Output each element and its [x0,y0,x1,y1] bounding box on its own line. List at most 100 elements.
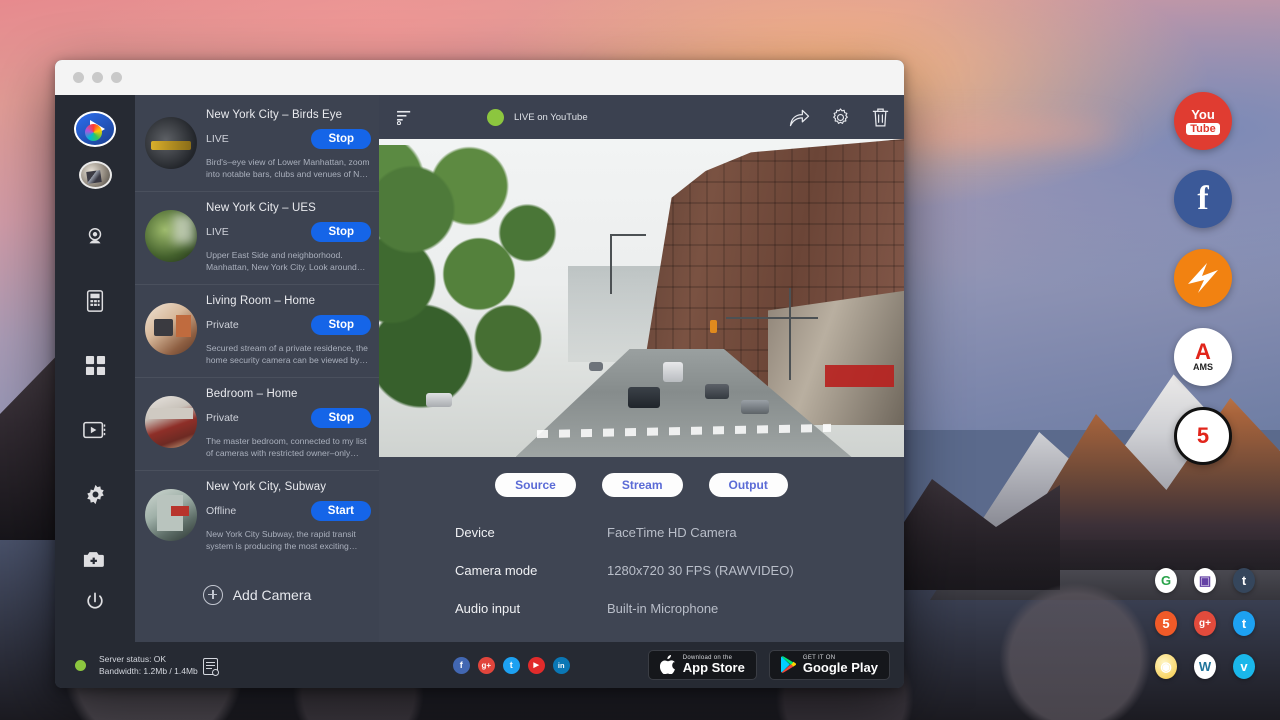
status-bar: Server status: OK Bandwidth: 1.2Mb / 1.4… [55,642,904,688]
target-five-glyph: 5 [1197,423,1209,449]
camera-action-button[interactable]: Stop [311,129,371,149]
twitter-icon[interactable]: t [503,657,520,674]
camera-list-item[interactable]: Living Room – Home Private Stop Secured … [135,285,379,378]
youtube-icon[interactable]: ▶ [528,657,545,674]
camera-status: Private [206,319,239,331]
share-icon[interactable] [789,108,810,127]
camera-title: Living Room – Home [206,295,371,307]
scene-trees [379,145,600,438]
add-camera-icon[interactable] [73,541,117,577]
tab-stream[interactable]: Stream [602,473,683,497]
camera-list-item[interactable]: New York City – UES LIVE Stop Upper East… [135,192,379,285]
application-window: New York City – Birds Eye LIVE Stop Bird… [55,60,904,688]
ams-label: AMS [1193,362,1213,372]
facebook-dock-icon[interactable]: f [1174,170,1232,228]
detail-value[interactable]: 1280x720 30 FPS (RAWVIDEO) [607,563,794,578]
app-store-badge[interactable]: Download on the App Store [648,650,757,680]
youtube-label-bottom: Tube [1186,123,1219,135]
logo-color-blob [85,124,102,141]
camera-list-item[interactable]: Bedroom – Home Private Stop The master b… [135,378,379,471]
scene-red-awning [825,365,893,387]
google-play-badge[interactable]: GET IT ON Google Play [769,650,890,680]
camera-action-button[interactable]: Stop [311,315,371,335]
camera-thumbnail [145,396,197,448]
tumblr-mini-icon[interactable]: t [1233,568,1255,593]
detail-label: Audio input [455,601,607,616]
detail-value[interactable]: FaceTime HD Camera [607,525,737,540]
scene-car [741,400,769,414]
power-icon[interactable] [73,583,117,619]
left-icon-rail [55,95,135,642]
live-status: LIVE on YouTube [487,109,588,126]
webcam-icon[interactable] [73,219,117,255]
detail-value[interactable]: Built-in Microphone [607,601,718,616]
store-badges: Download on the App Store GET IT ON Goog… [648,650,890,680]
apple-icon [660,655,676,674]
linkedin-icon[interactable]: in [553,657,570,674]
scene-streetlamp-arm [610,234,646,236]
google-play-badge-bottom: Google Play [803,661,878,675]
bolt-dock-icon[interactable] [1174,249,1232,307]
twitter-mini-icon[interactable]: t [1233,611,1255,636]
window-minimize-button[interactable] [92,72,103,83]
bandwidth-text: Bandwidth: 1.2Mb / 1.4Mb [99,665,198,677]
window-maximize-button[interactable] [111,72,122,83]
youtube-dock-icon[interactable]: You Tube [1174,92,1232,150]
google-plus-icon[interactable]: g+ [478,657,495,674]
play-triangle-icon [781,656,796,673]
camera-thumbnail [145,117,197,169]
window-close-button[interactable] [73,72,84,83]
trash-icon[interactable] [871,107,890,128]
camera-thumbnail [145,489,197,541]
grid-icon[interactable] [73,348,117,384]
add-camera-label: Add Camera [233,587,312,603]
user-avatar[interactable] [79,161,112,189]
source-details: Device FaceTime HD Camera Camera mode 12… [379,501,904,639]
camera-list-panel: New York City – Birds Eye LIVE Stop Bird… [135,95,379,642]
youtube-label-top: You [1191,108,1215,121]
scene-car [628,387,660,408]
app-store-badge-bottom: App Store [683,661,745,675]
video-preview[interactable] [379,139,904,457]
app-logo[interactable] [74,111,116,147]
bolt-glyph [1181,256,1225,300]
camera-description: Upper East Side and neighborhood. Manhat… [206,249,371,274]
target-five-dock-icon[interactable]: 5 [1174,407,1232,465]
camera-thumbnail [145,210,197,262]
adobe-ams-dock-icon[interactable]: A AMS [1174,328,1232,386]
camera-title: New York City – Birds Eye [206,109,371,121]
gear-icon[interactable] [830,107,851,128]
camera-list-item[interactable]: New York City – Birds Eye LIVE Stop Bird… [135,99,379,192]
wordpress-mini-icon[interactable]: W [1194,654,1216,679]
camera-description: Secured stream of a private residence, t… [206,342,371,367]
camera-thumbnail [145,303,197,355]
camera-list-item[interactable]: New York City, Subway Offline Start New … [135,471,379,563]
settings-gear-icon[interactable] [73,477,117,513]
camera-status: LIVE [206,133,229,145]
five-mini-icon[interactable]: 5 [1155,611,1177,636]
sort-icon[interactable] [397,110,423,125]
scene-streetlamp-pole [610,234,612,294]
tab-output[interactable]: Output [709,473,788,497]
camera-title: Bedroom – Home [206,388,371,400]
sun-mini-icon[interactable]: ◉ [1155,654,1177,679]
camera-action-button[interactable]: Stop [311,222,371,242]
g-mini-icon[interactable]: G [1155,568,1177,593]
detail-label: Camera mode [455,563,607,578]
device-icon[interactable] [73,283,117,319]
camera-action-button[interactable]: Stop [311,408,371,428]
tab-source[interactable]: Source [495,473,576,497]
google-plus-mini-icon[interactable]: g+ [1194,611,1216,636]
mode-tabs: Source Stream Output [379,457,904,501]
log-document-icon[interactable] [203,658,218,675]
twitch-mini-icon[interactable]: ▣ [1194,568,1216,593]
add-camera-button[interactable]: Add Camera [135,563,379,635]
video-icon[interactable] [73,412,117,448]
camera-action-button[interactable]: Start [311,501,371,521]
vimeo-mini-icon[interactable]: v [1233,654,1255,679]
detail-row: Audio input Built-in Microphone [455,601,904,616]
facebook-icon[interactable]: f [453,657,470,674]
detail-row: Camera mode 1280x720 30 FPS (RAWVIDEO) [455,563,904,578]
detail-label: Device [455,525,607,540]
camera-list-scroll[interactable]: New York City – Birds Eye LIVE Stop Bird… [135,95,379,642]
